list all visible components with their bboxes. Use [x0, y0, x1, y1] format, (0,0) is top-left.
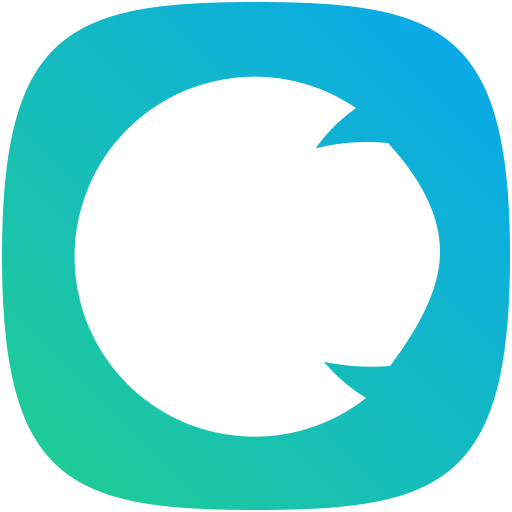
app-logo-icon: [2, 2, 510, 510]
app-icon[interactable]: [0, 0, 512, 512]
